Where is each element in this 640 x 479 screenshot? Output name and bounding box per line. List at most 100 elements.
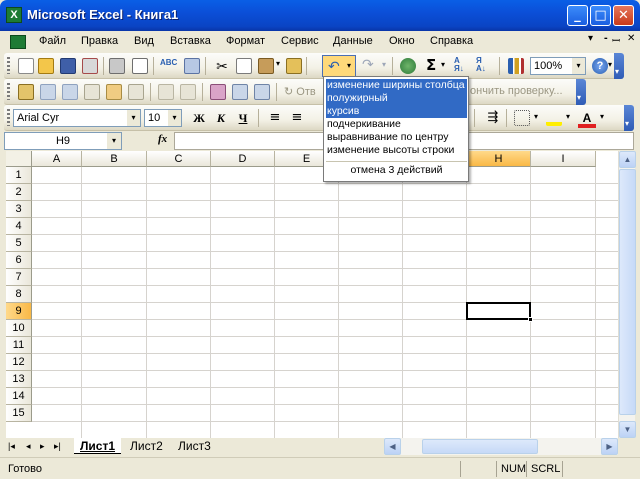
undo-list-item[interactable]: изменение ширины столбца (326, 79, 467, 92)
toolbar-grip[interactable] (7, 109, 10, 126)
undo-list-item[interactable]: курсив (326, 105, 467, 118)
font-size-select[interactable]: 10 ▾ (144, 109, 182, 127)
menu-insert[interactable]: Вставка (170, 35, 211, 47)
row-header[interactable]: 6 (6, 252, 32, 269)
horizontal-scrollbar[interactable]: ◀ ▶ (384, 438, 618, 455)
borders-dropdown-icon[interactable]: ▾ (534, 112, 538, 121)
open-icon[interactable] (38, 58, 54, 74)
column-header[interactable]: H (467, 151, 531, 167)
close-button[interactable]: ✕ (613, 5, 634, 26)
row-header[interactable]: 3 (6, 201, 32, 218)
italic-button[interactable]: К (212, 110, 230, 126)
maximize-button[interactable]: □ (590, 5, 611, 26)
spelling-icon[interactable]: ABC (160, 58, 177, 74)
column-header[interactable]: B (82, 151, 147, 167)
row-header[interactable]: 10 (6, 320, 32, 337)
sheet-tab-1[interactable]: Лист1 (74, 438, 122, 454)
help-dropdown-icon[interactable]: ▾ (608, 60, 612, 69)
row-header[interactable]: 8 (6, 286, 32, 303)
zoom-select[interactable]: 100% ▾ (530, 57, 586, 75)
new-icon[interactable] (18, 58, 34, 74)
prev-comment-icon[interactable] (40, 84, 56, 100)
next-sheet-icon[interactable]: ▸ (40, 441, 45, 452)
chevron-down-icon[interactable]: ▾ (107, 133, 121, 149)
align-center-icon[interactable]: ≡ (288, 110, 306, 126)
copy-icon[interactable] (236, 58, 252, 74)
print-preview-icon[interactable] (132, 58, 148, 74)
menu-view[interactable]: Вид (134, 35, 154, 47)
undo-dropdown-icon[interactable]: ▾ (347, 61, 351, 70)
title-bar[interactable]: X Microsoft Excel - Книга1 _ □ ✕ (0, 0, 640, 31)
last-sheet-icon[interactable]: ▸| (54, 441, 61, 452)
active-cell[interactable] (466, 302, 531, 320)
sheet-tab-2[interactable]: Лист2 (130, 438, 163, 454)
column-header[interactable]: C (147, 151, 211, 167)
row-header[interactable]: 13 (6, 371, 32, 388)
prev-sheet-icon[interactable]: ◂ (26, 441, 31, 452)
row-header[interactable]: 5 (6, 235, 32, 252)
minimize-button[interactable]: _ (567, 5, 588, 26)
chevron-down-icon[interactable]: ▾ (572, 58, 585, 74)
scroll-right-icon[interactable]: ▶ (601, 438, 618, 455)
excel-app-icon[interactable]: X (6, 7, 22, 23)
document-icon[interactable] (10, 35, 26, 49)
doc-close-button[interactable]: ✕ (627, 33, 635, 44)
paste-dropdown-icon[interactable]: ▾ (276, 59, 280, 68)
undo-button[interactable]: ↶ ▾ (322, 55, 356, 77)
folder-review-icon[interactable] (18, 84, 34, 100)
fill-color-icon[interactable] (546, 110, 562, 126)
first-sheet-icon[interactable]: |◂ (8, 441, 15, 452)
menu-format[interactable]: Формат (226, 35, 265, 47)
menu-file[interactable]: Файл (39, 35, 66, 47)
end-review-button[interactable]: ончить проверку... (470, 85, 563, 97)
menu-help[interactable]: Справка (430, 35, 473, 47)
fill-handle[interactable] (528, 317, 533, 322)
track-changes-icon[interactable] (210, 84, 226, 100)
insert-function-icon[interactable]: fx (158, 133, 167, 145)
hyperlink-icon[interactable] (400, 58, 416, 74)
toolbar-grip[interactable] (7, 57, 10, 74)
scroll-up-icon[interactable]: ▲ (619, 151, 636, 168)
menu-edit[interactable]: Правка (81, 35, 118, 47)
toolbar-grip[interactable] (7, 83, 10, 100)
doc-restore-button[interactable]: ▾ (588, 33, 593, 44)
research-icon[interactable] (184, 58, 200, 74)
toolbar-options-button[interactable] (576, 79, 586, 105)
show-comment-icon[interactable] (84, 84, 100, 100)
chevron-down-icon[interactable]: ▾ (127, 110, 140, 126)
row-header[interactable]: 4 (6, 218, 32, 235)
autosum-dropdown-icon[interactable]: ▾ (441, 60, 445, 69)
column-header[interactable]: I (531, 151, 596, 167)
undo-list-item[interactable]: выравнивание по центру (326, 131, 467, 144)
redo-dropdown-icon[interactable]: ▾ (382, 60, 386, 69)
bold-button[interactable]: Ж (190, 110, 208, 126)
row-header[interactable]: 2 (6, 184, 32, 201)
reply-with-changes-button[interactable]: ↻ Отв (284, 85, 316, 98)
row-header[interactable]: 7 (6, 269, 32, 286)
undo-list-item[interactable]: полужирный (326, 92, 467, 105)
toolbar-options-button[interactable] (624, 105, 634, 131)
worksheet-grid[interactable]: ABCDEFGHI123456789101112131415 (6, 151, 618, 438)
show-all-comments-icon[interactable] (106, 84, 122, 100)
font-color-dropdown-icon[interactable]: ▾ (600, 112, 604, 121)
chevron-down-icon[interactable]: ▾ (168, 110, 181, 126)
menu-window[interactable]: Окно (389, 35, 415, 47)
doc-maximize-button[interactable]: ꟷ (612, 33, 620, 47)
next-comment-icon[interactable] (62, 84, 78, 100)
name-box[interactable]: H9 ▾ (4, 132, 122, 150)
toolbar-options-button[interactable] (614, 53, 624, 79)
help-icon[interactable]: ? (592, 58, 608, 74)
permission-icon[interactable] (82, 58, 98, 74)
undo-list-item[interactable]: подчеркивание (326, 118, 467, 131)
row-header[interactable]: 15 (6, 405, 32, 422)
sort-ascending-icon[interactable]: А Я↓ (454, 57, 464, 73)
row-header[interactable]: 9 (6, 303, 32, 320)
undo-list-item[interactable]: изменение высоты строки (326, 144, 467, 157)
send-review-icon[interactable] (254, 84, 270, 100)
fill-color-dropdown-icon[interactable]: ▾ (566, 112, 570, 121)
horizontal-scroll-thumb[interactable] (422, 439, 538, 454)
save-icon[interactable] (60, 58, 76, 74)
vertical-scrollbar[interactable]: ▲ ▼ (618, 151, 636, 438)
menu-tools[interactable]: Сервис (281, 35, 319, 47)
borders-icon[interactable] (514, 110, 530, 126)
